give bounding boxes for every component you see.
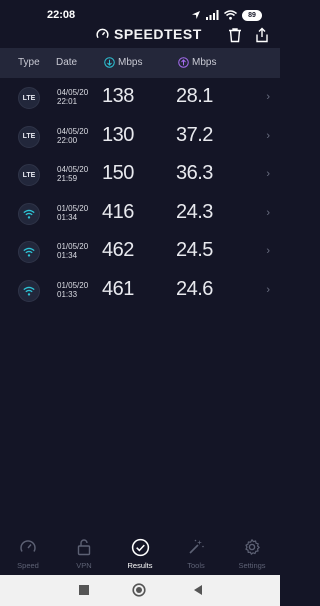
upload-arrow-icon [178, 57, 189, 68]
nav-label: Settings [238, 561, 266, 570]
battery-icon: 89 [242, 9, 262, 21]
home-icon[interactable] [132, 583, 146, 597]
result-row[interactable]: LTE 04/05/20 22:01 138 28.1 › [0, 78, 280, 117]
type-column-header[interactable]: Type [18, 57, 40, 68]
recent-apps-icon[interactable] [78, 584, 90, 596]
delete-icon[interactable] [226, 26, 244, 44]
nav-label: VPN [76, 561, 92, 570]
location-arrow-icon [192, 11, 200, 19]
wand-icon [189, 539, 204, 554]
lock-icon [77, 539, 91, 556]
chevron-right-icon: › [266, 168, 270, 180]
upload-speed: 36.3 [176, 162, 213, 184]
gear-icon [245, 539, 260, 555]
nav-item-tools[interactable]: Tools [168, 537, 224, 570]
download-arrow-icon [104, 57, 115, 68]
upload-speed: 24.6 [176, 277, 213, 300]
chevron-right-icon: › [266, 206, 270, 219]
system-nav-bar [0, 575, 280, 606]
share-icon[interactable] [253, 26, 271, 44]
results-list: LTE 04/05/20 22:01 138 28.1 › LTE 04/05/2… [0, 78, 280, 309]
speedtest-logo: SPEEDTEST [96, 26, 202, 42]
result-date: 04/05/20 22:01 [57, 88, 89, 106]
wifi-status-icon [224, 10, 237, 20]
chevron-right-icon: › [266, 245, 270, 257]
upload-speed: 24.5 [176, 239, 213, 261]
download-speed: 130 [102, 123, 134, 146]
nav-item-vpn[interactable]: VPN [56, 537, 112, 570]
nav-label: Speed [17, 561, 39, 570]
wifi-connection-icon [18, 202, 40, 225]
download-column-header[interactable]: Mbps [104, 57, 142, 68]
wifi-connection-icon [18, 279, 40, 302]
result-date: 04/05/20 21:59 [57, 165, 89, 183]
result-date: 01/05/20 01:34 [57, 203, 89, 222]
lte-connection-icon: LTE [18, 125, 40, 148]
nav-label: Results [127, 561, 153, 570]
nav-item-results[interactable]: Results [112, 537, 168, 570]
download-speed: 416 [102, 200, 134, 223]
chevron-right-icon: › [266, 129, 270, 142]
result-date: 01/05/20 01:33 [57, 280, 89, 299]
status-icons: 89 [191, 8, 262, 22]
back-icon[interactable] [192, 584, 204, 596]
nav-label: Tools [187, 561, 205, 570]
download-unit: Mbps [118, 57, 143, 69]
status-time: 22:08 [47, 9, 76, 21]
upload-speed: 24.3 [176, 200, 213, 223]
result-row[interactable]: 01/05/20 01:34 462 24.5 › [0, 232, 280, 271]
lte-connection-icon: LTE [18, 164, 40, 186]
download-speed: 462 [102, 239, 134, 261]
speedometer-icon [20, 540, 36, 552]
app-title: SPEEDTEST [114, 26, 202, 42]
upload-unit: Mbps [192, 57, 217, 69]
gauge-logo-icon [96, 28, 109, 38]
bottom-nav: Speed VPN Results Tools Settings [0, 531, 280, 575]
nav-item-speed[interactable]: Speed [0, 537, 56, 570]
result-date: 04/05/20 22:00 [57, 126, 89, 145]
app-header: SPEEDTEST [0, 22, 280, 46]
result-row[interactable]: LTE 04/05/20 22:00 130 37.2 › [0, 117, 280, 156]
download-speed: 138 [102, 85, 134, 107]
check-circle-icon [131, 538, 149, 556]
lte-connection-icon: LTE [18, 87, 40, 109]
result-row[interactable]: 01/05/20 01:33 461 24.6 › [0, 271, 280, 310]
signal-icon [206, 10, 219, 20]
results-table-header: Type Date Mbps Mbps [0, 48, 280, 78]
result-date: 01/05/20 01:34 [57, 242, 89, 260]
download-speed: 461 [102, 277, 134, 300]
download-speed: 150 [102, 162, 134, 184]
result-row[interactable]: 01/05/20 01:34 416 24.3 › [0, 194, 280, 233]
nav-item-settings[interactable]: Settings [224, 537, 280, 570]
result-row[interactable]: LTE 04/05/20 21:59 150 36.3 › [0, 155, 280, 194]
upload-speed: 37.2 [176, 123, 213, 146]
upload-speed: 28.1 [176, 85, 213, 107]
chevron-right-icon: › [266, 283, 270, 296]
date-column-header[interactable]: Date [56, 57, 77, 68]
chevron-right-icon: › [266, 91, 270, 103]
wifi-connection-icon [18, 241, 40, 263]
upload-column-header[interactable]: Mbps [178, 57, 216, 68]
